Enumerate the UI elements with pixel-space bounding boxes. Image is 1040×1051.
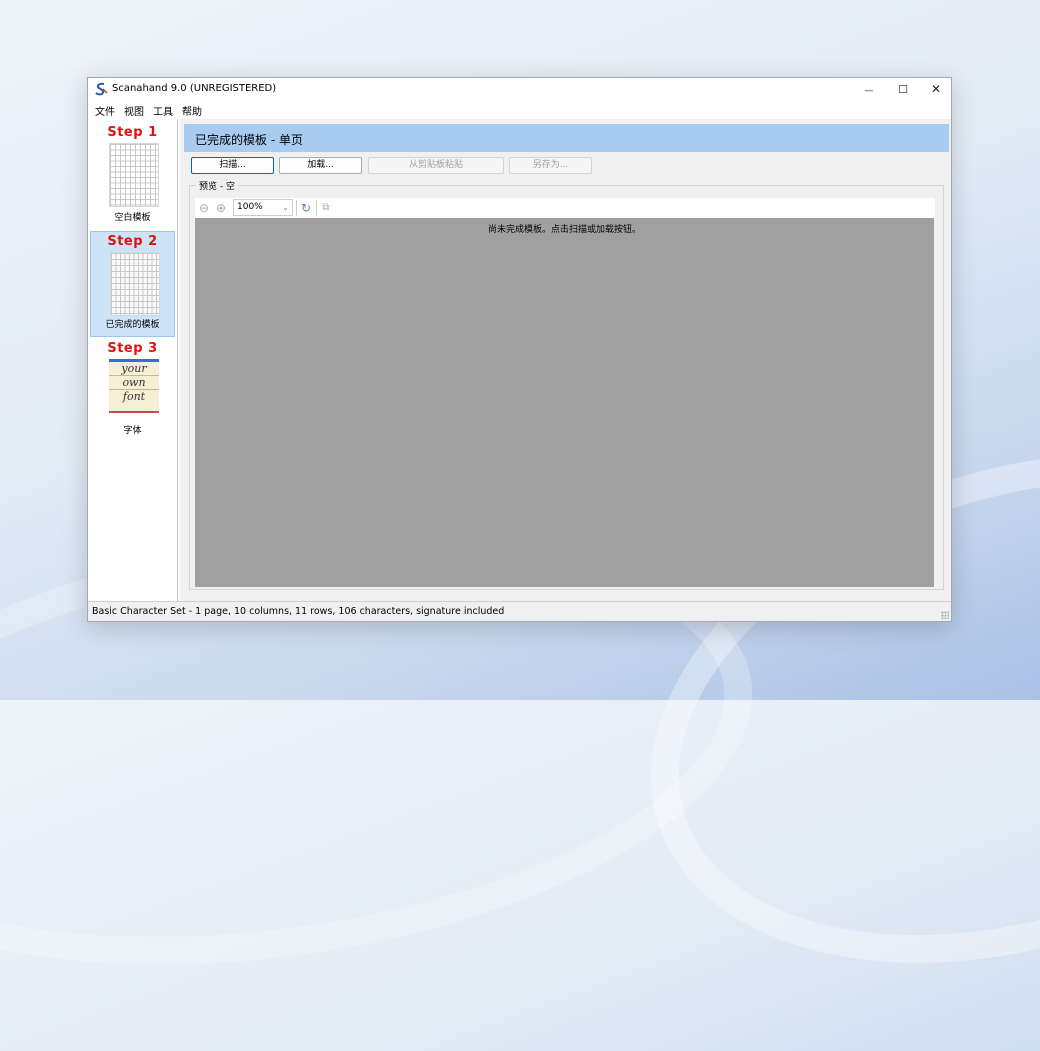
resize-grip-icon[interactable] <box>941 611 949 619</box>
sidebar-item-font[interactable]: Step 3 your own font 字体 <box>90 339 175 445</box>
chevron-down-icon: ⌄ <box>282 203 289 212</box>
sidebar-item-blank-template[interactable]: Step 1 空白模板 <box>90 123 175 229</box>
save-as-button[interactable]: 另存为... <box>509 157 592 174</box>
page-header: 已完成的模板 - 单页 <box>184 124 949 152</box>
preview-empty-message: 尚未完成模板。点击扫描或加载按钮。 <box>487 225 641 235</box>
toolbar-separator <box>316 200 317 216</box>
zoom-out-icon[interactable]: ⊖ <box>197 201 211 215</box>
rotate-icon[interactable]: ↻ <box>299 201 313 215</box>
zoom-in-icon[interactable]: ⊕ <box>214 201 228 215</box>
blank-template-thumbnail <box>109 143 159 207</box>
sidebar-item-label: 空白模板 <box>114 213 151 223</box>
copy-icon[interactable]: ⧉ <box>319 201 333 215</box>
zoom-select[interactable]: 100% ⌄ <box>233 199 293 216</box>
preview-toolbar: ⊖ ⊕ 100% ⌄ ↻ ⧉ <box>195 198 935 218</box>
preview-group-label: 预览 - 空 <box>196 179 238 192</box>
completed-template-thumbnail <box>110 252 160 316</box>
steps-sidebar: Step 1 空白模板 Step 2 已完成的模板 Step 3 your ow… <box>88 119 178 603</box>
font-sample-line: own <box>109 376 159 390</box>
close-icon: ✕ <box>930 82 942 96</box>
status-text: Basic Character Set - 1 page, 10 columns… <box>92 606 505 617</box>
menu-help[interactable]: 帮助 <box>182 103 202 118</box>
step-label: Step 1 <box>107 125 158 140</box>
paste-from-clipboard-button[interactable]: 从剪贴板粘贴 <box>368 157 504 174</box>
font-thumbnail: your own font <box>109 359 159 413</box>
title-bar[interactable]: Scanahand 9.0 (UNREGISTERED) — ☐ ✕ <box>88 78 951 100</box>
load-button[interactable]: 加载... <box>279 157 362 174</box>
sidebar-item-label: 已完成的模板 <box>105 320 160 330</box>
window-title: Scanahand 9.0 (UNREGISTERED) <box>112 83 277 94</box>
menu-bar: 文件 视图 工具 帮助 <box>88 100 951 118</box>
template-preview-area[interactable]: 尚未完成模板。点击扫描或加载按钮。 <box>195 218 934 587</box>
main-panel: 已完成的模板 - 单页 扫描... 加载... 从剪贴板粘贴 另存为... 预览… <box>180 119 951 603</box>
font-sample-line: font <box>122 390 146 403</box>
minimize-button[interactable]: — <box>852 78 886 100</box>
menu-view[interactable]: 视图 <box>124 103 144 118</box>
close-button[interactable]: ✕ <box>919 78 953 100</box>
maximize-icon: ☐ <box>898 83 908 96</box>
app-window: Scanahand 9.0 (UNREGISTERED) — ☐ ✕ 文件 视图… <box>87 77 952 622</box>
step-label: Step 3 <box>107 341 158 356</box>
minimize-icon: — <box>864 86 874 96</box>
scanahand-app-icon <box>95 82 108 96</box>
scan-button[interactable]: 扫描... <box>191 157 274 174</box>
toolbar-separator <box>296 200 297 216</box>
font-sample-line: your <box>109 362 159 376</box>
maximize-button[interactable]: ☐ <box>886 78 920 100</box>
step-label: Step 2 <box>107 234 158 249</box>
menu-tools[interactable]: 工具 <box>153 103 173 118</box>
page-title: 已完成的模板 - 单页 <box>195 133 303 147</box>
menu-file[interactable]: 文件 <box>95 103 115 118</box>
sidebar-item-label: 字体 <box>123 426 142 436</box>
sidebar-item-completed-template[interactable]: Step 2 已完成的模板 <box>90 231 175 337</box>
status-bar: Basic Character Set - 1 page, 10 columns… <box>88 601 951 621</box>
zoom-value: 100% <box>237 202 263 212</box>
